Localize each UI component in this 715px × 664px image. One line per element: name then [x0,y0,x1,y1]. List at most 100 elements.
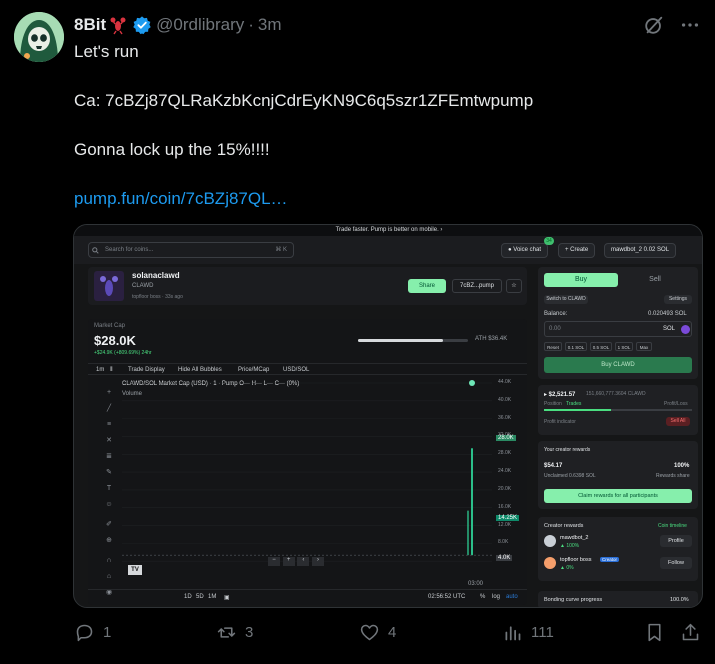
repost-count: 3 [245,624,254,641]
y-tick-label: 44.0K [498,379,512,385]
pattern-icon: ✕ [106,437,112,444]
text-tool-icon: T [106,485,112,492]
author-name[interactable]: 8Bit [74,15,106,35]
voice-chat-label: Voice chat [513,247,541,253]
candle-icon: ⫴ [110,367,113,373]
avatar[interactable] [14,12,64,62]
heart-icon [360,624,379,641]
follow-button: Follow [660,557,692,569]
market-cap-chart [122,380,492,562]
balance-label: Balance: [544,311,568,317]
crosshair-icon: + [106,389,112,396]
attached-image[interactable]: Trade faster. Pump is better on mobile. … [73,224,703,608]
site-topbar: Search for coins... ⌘ K ● Voice chat 34 … [74,236,702,264]
market-cap-change: +$24.9K (+809.69%) 24hr [94,350,152,356]
chart-nav-controls: − + ‹ › [268,557,325,567]
y-tick-label: 28.0K [498,450,512,457]
position-panel: ▸ $2,521.57 151,660,777.3604 CLAWD Posit… [538,385,698,435]
views-icon [505,626,521,641]
pnl-bar [544,409,692,411]
amount-input: 0.00 SOL [544,321,692,337]
search-icon [92,247,99,254]
tweet-link[interactable]: pump.fun/coin/7cBZj87QL… [74,188,288,210]
share-button: Share [408,279,446,293]
like-button[interactable]: 4 [359,622,396,643]
tab-hide-bubbles: Hide All Bubbles [178,367,222,373]
bonding-label: Bonding curve progress [544,597,603,603]
views-button[interactable]: 111 [502,622,554,643]
tweet-text-line-3: Gonna lock up the 15%!!!! [74,140,270,159]
tab-trade-display: Trade Display [128,367,165,373]
pnl-bar-fill [544,409,611,411]
reply-icon [76,624,93,642]
pumpfun-screenshot: Trade faster. Pump is better on mobile. … [74,225,702,607]
creator-line: topfloor boss · 33s ago [132,294,183,300]
brush-icon: ✎ [106,469,112,476]
buy-tab: Buy [544,273,618,287]
ath-label: ATH $36.4K [475,336,508,342]
unclaimed-label: Unclaimed 0.6398 SOL [544,473,596,479]
y-tick-label: 40.0K [498,396,512,403]
share-icon [682,623,699,641]
like-count: 4 [388,624,397,641]
y-tick-label: 8.0K [498,539,509,546]
sell-all-button: Sell All [666,417,690,426]
scale-percent: % [480,594,486,600]
zoom-out-icon: − [268,557,280,566]
timestamp[interactable]: 3m [258,15,282,35]
position-value: ▸ $2,521.57 [544,392,576,398]
calendar-icon: ▣ [224,595,230,601]
bookmark-button[interactable] [644,622,665,643]
creator-pct: ▲ 100% [560,543,580,549]
share-button[interactable] [680,622,701,643]
coin-timeline-link: Coin timeline [658,523,687,529]
quick-amounts: Reset 0.1 SOL 0.5 SOL 1 SOL Max [544,342,692,351]
separator-dot: · [248,15,254,34]
view-count: 111 [531,624,554,641]
y-tick-label: 36.0K [498,414,512,421]
pnl-label: Profit/Loss [664,401,688,407]
range-1m: 1M [208,594,217,600]
coin-header: solanaclawd CLAWD topfloor boss · 33s ag… [88,267,527,305]
verified-badge-icon [133,16,151,35]
author-handle[interactable]: @0rdlibrary [156,15,244,35]
reply-button[interactable]: 1 [74,622,111,643]
scale-log: log [492,594,501,600]
y-axis: 44.0K40.0K36.0K32.0K28.0K24.0K20.0K16.0K… [496,377,524,573]
quick-amount-button: Max [636,342,652,351]
position-label: Position [544,401,562,407]
more-options-icon[interactable] [679,14,701,36]
trade-bubble [469,380,475,386]
price-tag-low: 14.25K [496,515,520,521]
y-tick-label: 24.0K [498,468,512,475]
repost-button[interactable]: 3 [216,622,253,643]
ath-progress-fill [358,339,443,342]
profile-button: Profile [660,535,692,547]
chart-footer: 1D 5D 1M ▣ 02:56:52 UTC % log auto [88,589,527,605]
star-icon: ☆ [506,279,522,293]
creator-avatar [544,557,556,569]
scroll-right-icon: › [312,557,325,566]
lobster-icon [110,17,126,35]
market-cap-label: Market Cap [94,323,126,329]
trade-panel: Buy Sell Switch to CLAWD Settings Balanc… [538,267,698,379]
amount-unit: SOL [663,326,676,332]
bonding-value: 100.0% [670,597,689,603]
bookmark-icon [648,623,661,642]
price-tag-current: 28.0K [496,435,516,441]
trades-label: Trades [566,401,582,407]
emoji-icon: ☺ [105,501,113,508]
balance-value: 0.020493 SOL [648,311,687,317]
chart-toolbar: 1m ⫴ Trade Display Hide All Bubbles Pric… [88,363,527,375]
grok-icon[interactable] [643,14,665,36]
creator-rewards-title: Creator rewards [544,523,584,529]
buy-clawd-button: Buy CLAWD [544,357,692,373]
tweet-text-line-1: Let's run [74,42,139,61]
tab-usd-sol: USD/SOL [283,367,310,373]
clock-utc: 02:56:52 UTC [428,594,466,600]
y-tick-label: 20.0K [498,485,512,492]
quick-amount-button: 1 SOL [615,342,633,351]
bonding-curve-panel: Bonding curve progress 100.0% [538,591,698,607]
price-tag-base: 4.0K [496,555,513,561]
tweet-top-actions [643,14,701,36]
